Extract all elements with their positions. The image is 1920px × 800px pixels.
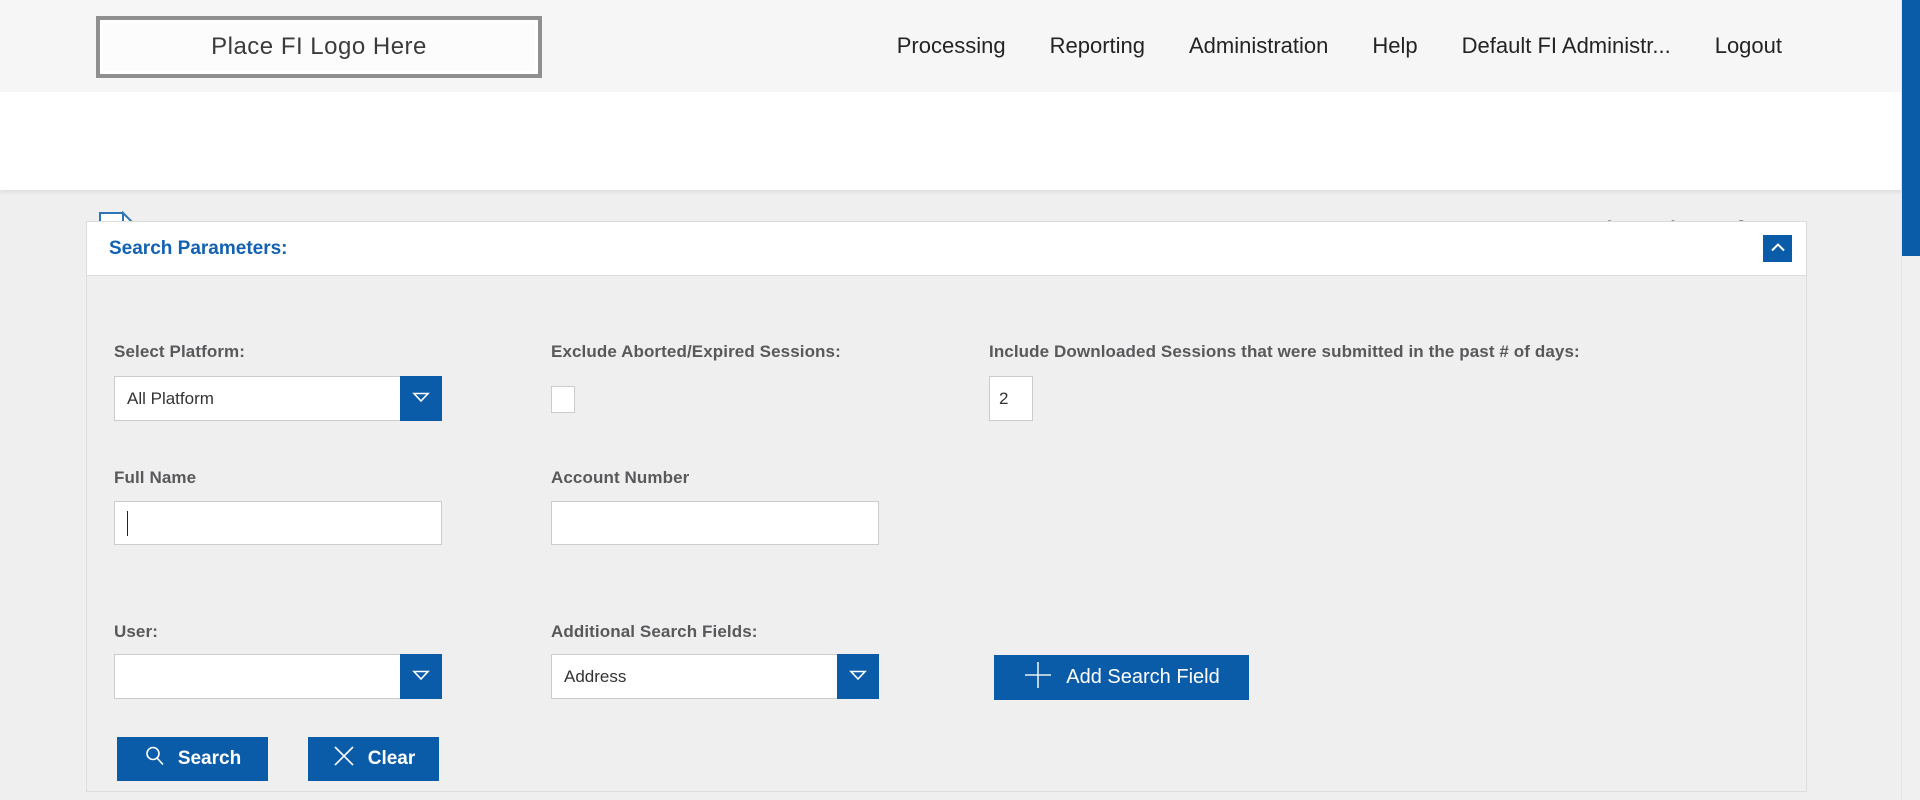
account-number-label: Account Number [551,468,689,488]
top-navigation-bar: Place FI Logo Here Processing Reporting … [0,0,1920,92]
user-dropdown-button[interactable] [400,654,442,699]
exclude-sessions-label: Exclude Aborted/Expired Sessions: [551,342,841,362]
fi-logo-placeholder: Place FI Logo Here [96,16,542,78]
chevron-up-icon [1770,241,1786,256]
clear-button[interactable]: Clear [308,737,439,781]
chevron-down-icon [849,669,867,684]
user-label: User: [114,622,158,642]
add-search-field-label: Add Search Field [1066,666,1219,689]
add-search-field-button[interactable]: Add Search Field [994,655,1249,700]
additional-search-fields-value[interactable] [551,654,837,699]
days-input[interactable] [989,376,1033,421]
chevron-down-icon [412,669,430,684]
search-icon [144,745,166,773]
full-name-field-wrap [114,501,442,545]
plus-icon [1023,660,1053,696]
vertical-scrollbar[interactable] [1901,0,1920,800]
platform-dropdown [114,376,442,421]
additional-search-fields-label: Additional Search Fields: [551,622,758,642]
select-platform-label: Select Platform: [114,342,245,362]
scrollbar-thumb[interactable] [1902,0,1920,256]
page-header: Remote Signature Status Report Kinective… [0,92,1920,190]
nav-item-logout[interactable]: Logout [1715,33,1782,59]
account-number-input[interactable] [551,501,879,545]
text-cursor [127,511,128,536]
search-parameters-panel: Search Parameters: Select Platform: Excl… [86,221,1807,792]
user-dropdown [114,654,442,699]
additional-search-fields-dropdown-button[interactable] [837,654,879,699]
chevron-down-icon [412,391,430,406]
collapse-panel-button[interactable] [1763,235,1792,262]
days-label: Include Downloaded Sessions that were su… [989,342,1580,362]
full-name-label: Full Name [114,468,196,488]
search-button-label: Search [178,748,241,770]
platform-dropdown-button[interactable] [400,376,442,421]
nav-item-reporting[interactable]: Reporting [1050,33,1145,59]
nav-item-current-user[interactable]: Default FI Administr... [1462,33,1671,59]
nav-item-help[interactable]: Help [1372,33,1417,59]
close-icon [332,744,356,774]
nav-links: Processing Reporting Administration Help… [897,0,1782,92]
panel-header: Search Parameters: [87,222,1806,276]
fi-logo-placeholder-text: Place FI Logo Here [211,33,427,61]
nav-item-administration[interactable]: Administration [1189,33,1328,59]
panel-title: Search Parameters: [109,222,288,275]
clear-button-label: Clear [368,748,416,770]
full-name-input[interactable] [114,501,442,545]
user-dropdown-value[interactable] [114,654,400,699]
exclude-sessions-checkbox[interactable] [551,386,575,413]
platform-dropdown-value[interactable] [114,376,400,421]
additional-search-fields-dropdown [551,654,879,699]
search-button[interactable]: Search [117,737,268,781]
nav-item-processing[interactable]: Processing [897,33,1006,59]
